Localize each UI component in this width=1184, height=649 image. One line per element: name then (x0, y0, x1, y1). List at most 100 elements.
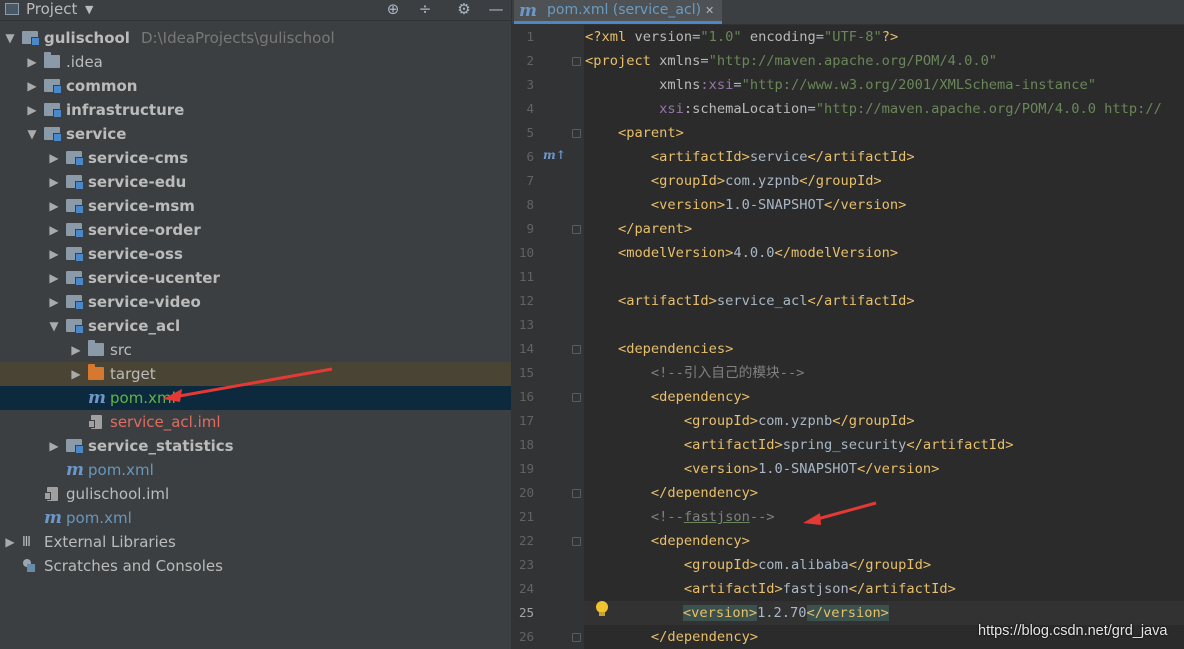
tree-item[interactable]: Scratches and Consoles (0, 554, 511, 578)
collapsed-arrow-icon[interactable]: ▶ (70, 362, 82, 386)
code-token: </artifactId> (906, 437, 1014, 453)
tree-item[interactable]: ▼ service (0, 122, 511, 146)
module-folder-icon (66, 319, 84, 334)
code-line[interactable]: <parent> (585, 121, 684, 145)
line-number: 21 (518, 509, 534, 524)
collapsed-arrow-icon[interactable]: ▶ (70, 338, 82, 362)
code-line[interactable]: <?xml version="1.0" encoding="UTF-8"?> (585, 25, 898, 49)
tree-item[interactable]: ▶ infrastructure (0, 98, 511, 122)
code-line[interactable]: <dependency> (585, 529, 750, 553)
tree-item[interactable]: ▶ service_statistics (0, 434, 511, 458)
tree-item[interactable]: ▶ service-cms (0, 146, 511, 170)
chevron-down-icon[interactable]: ▼ (85, 0, 93, 20)
tree-item[interactable]: ▶ service-video (0, 290, 511, 314)
fold-marker-icon[interactable] (572, 345, 581, 354)
code-line[interactable]: <project xmlns="http://maven.apache.org/… (585, 49, 997, 73)
collapsed-arrow-icon[interactable]: ▶ (26, 50, 38, 74)
collapsed-arrow-icon[interactable]: ▶ (48, 290, 60, 314)
collapsed-arrow-icon[interactable]: ▶ (26, 98, 38, 122)
collapsed-arrow-icon[interactable]: ▶ (48, 194, 60, 218)
code-token: </artifactId> (807, 149, 915, 165)
code-line[interactable]: <groupId>com.yzpnb</groupId> (585, 409, 915, 433)
code-line[interactable]: <!--引入自己的模块--> (585, 361, 805, 385)
tree-item[interactable]: m pom.xml (0, 458, 511, 482)
code-line[interactable]: <artifactId>spring_security</artifactId> (585, 433, 1014, 457)
tab-pom-xml[interactable]: m pom.xml (service_acl) ✕ (514, 0, 722, 24)
collapse-all-icon[interactable]: ÷ (416, 0, 434, 20)
code-line[interactable]: <artifactId>fastjson</artifactId> (585, 577, 956, 601)
line-number: 4 (526, 101, 534, 116)
collapsed-arrow-icon[interactable]: ▶ (48, 146, 60, 170)
maven-icon: m (66, 460, 84, 480)
code-line[interactable]: <artifactId>service_acl</artifactId> (585, 289, 915, 313)
expanded-arrow-icon[interactable]: ▼ (4, 26, 16, 50)
tree-item[interactable]: gulischool.iml (0, 482, 511, 506)
close-icon[interactable]: ✕ (705, 0, 714, 22)
code-line[interactable]: <groupId>com.alibaba</groupId> (585, 553, 931, 577)
tree-item-label: service_acl (88, 317, 181, 335)
code-line[interactable]: <version>1.0-SNAPSHOT</version> (585, 457, 939, 481)
code-line[interactable]: <!--fastjson--> (585, 505, 775, 529)
lightbulb-icon[interactable] (596, 601, 608, 616)
tree-item-label: service-order (88, 221, 201, 239)
code-token: :xsi (700, 77, 734, 93)
collapsed-arrow-icon[interactable]: ▶ (48, 218, 60, 242)
excluded-folder-icon (88, 364, 104, 380)
code-token: "http://maven.apache.org/POM/4.0.0" (708, 53, 998, 69)
expanded-arrow-icon[interactable]: ▼ (48, 314, 60, 338)
tree-item[interactable]: ▶ service-msm (0, 194, 511, 218)
code-line[interactable]: </dependency> (585, 625, 758, 649)
code-line[interactable]: </parent> (585, 217, 692, 241)
code-line[interactable]: <modelVersion>4.0.0</modelVersion> (585, 241, 898, 265)
fold-marker-icon[interactable] (572, 225, 581, 234)
tree-item[interactable]: m pom.xml (0, 506, 511, 530)
tree-item[interactable]: ▼ service_acl (0, 314, 511, 338)
code-token: 1.2.70 (757, 605, 807, 621)
code-line[interactable]: <artifactId>service</artifactId> (585, 145, 915, 169)
code-token: encoding (741, 29, 816, 45)
tree-item[interactable]: ▶ src (0, 338, 511, 362)
collapsed-arrow-icon[interactable]: ▶ (4, 530, 16, 554)
code-line[interactable]: </dependency> (585, 481, 758, 505)
hide-icon[interactable]: — (487, 0, 505, 20)
code-line[interactable]: <version>1.0-SNAPSHOT</version> (585, 193, 906, 217)
tree-item[interactable]: ▶ service-edu (0, 170, 511, 194)
collapsed-arrow-icon[interactable]: ▶ (26, 74, 38, 98)
collapsed-arrow-icon[interactable]: ▶ (48, 434, 60, 458)
line-number: 18 (518, 437, 534, 452)
code-token: fastjson (683, 509, 750, 525)
code-line[interactable]: <groupId>com.yzpnb</groupId> (585, 169, 882, 193)
locate-icon[interactable]: ⊕ (384, 0, 402, 20)
fold-marker-icon[interactable] (572, 489, 581, 498)
fold-marker-icon[interactable] (572, 537, 581, 546)
collapsed-arrow-icon[interactable]: ▶ (48, 170, 60, 194)
tree-item[interactable]: ▶ service-ucenter (0, 266, 511, 290)
code-token: xmlns (659, 53, 701, 69)
code-token: = (700, 53, 709, 69)
tree-item[interactable]: ▶ Ⅲ External Libraries (0, 530, 511, 554)
code-token: </version> (823, 197, 907, 213)
tree-item[interactable]: ▼ gulischool D:\IdeaProjects\gulischool (0, 26, 511, 50)
code-token: version (634, 29, 693, 45)
code-line[interactable]: xmlns:xsi="http://www.w3.org/2001/XMLSch… (585, 73, 1096, 97)
tree-item[interactable]: ▶ service-order (0, 218, 511, 242)
fold-marker-icon[interactable] (572, 57, 581, 66)
tree-item[interactable]: service_acl.iml (0, 410, 511, 434)
project-panel-title[interactable]: Project (26, 0, 77, 20)
tree-item[interactable]: ▶ common (0, 74, 511, 98)
expanded-arrow-icon[interactable]: ▼ (26, 122, 38, 146)
fold-marker-icon[interactable] (572, 393, 581, 402)
tree-item[interactable]: ▶ .idea (0, 50, 511, 74)
module-folder-icon (44, 103, 62, 118)
maven-parent-marker-icon[interactable]: m↑ (543, 148, 566, 162)
code-line[interactable]: <dependencies> (585, 337, 733, 361)
code-line[interactable]: xsi:schemaLocation="http://maven.apache.… (585, 97, 1162, 121)
collapsed-arrow-icon[interactable]: ▶ (48, 242, 60, 266)
code-line[interactable]: <dependency> (585, 385, 750, 409)
tree-item[interactable]: ▶ service-oss (0, 242, 511, 266)
settings-gear-icon[interactable]: ⚙ (455, 0, 473, 20)
fold-marker-icon[interactable] (572, 129, 581, 138)
line-number: 17 (518, 413, 534, 428)
collapsed-arrow-icon[interactable]: ▶ (48, 266, 60, 290)
fold-marker-icon[interactable] (572, 633, 581, 642)
